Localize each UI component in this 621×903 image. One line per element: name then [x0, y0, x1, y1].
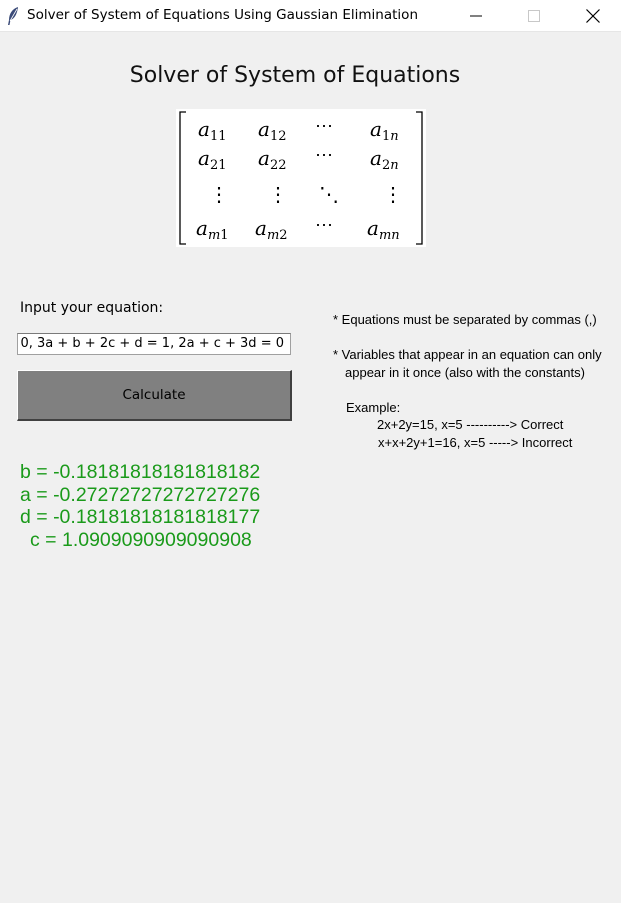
close-button[interactable] [570, 0, 616, 31]
matrix-cell: am2 [255, 216, 288, 243]
example-incorrect: x+x+2y+1=16, x=5 -----> Incorrect [378, 435, 573, 450]
result-line: b = -0.18181818181818182 [20, 461, 261, 483]
title-bar: Solver of System of Equations Using Gaus… [0, 0, 621, 32]
matrix-cell: ⋯ [315, 116, 333, 137]
results-list: b = -0.18181818181818182 a = -0.27272727… [0, 461, 290, 552]
matrix-cell: ⋮ [209, 182, 229, 206]
matrix-cell: a22 [258, 146, 286, 173]
minimize-button[interactable] [453, 0, 499, 31]
matrix-cell: a1n [370, 117, 399, 144]
equation-label: Input your equation: [20, 300, 164, 316]
window-title: Solver of System of Equations Using Gaus… [27, 7, 418, 23]
example-correct: 2x+2y=15, x=5 ----------> Correct [377, 417, 564, 432]
note-rule-variables: * Variables that appear in an equation c… [333, 347, 602, 362]
maximize-button[interactable] [511, 0, 557, 31]
matrix-cell: ⋱ [319, 182, 339, 206]
maximize-icon [528, 9, 540, 22]
note-rule-variables-cont: appear in it once (also with the constan… [345, 365, 585, 380]
matrix-cell: ⋮ [383, 182, 403, 206]
minimize-icon [470, 15, 482, 16]
matrix-cell: ⋯ [315, 145, 333, 166]
matrix-cell: a21 [198, 146, 226, 173]
equation-input[interactable]: = 0, 3a + b + 2c + d = 1, 2a + c + 3d = … [17, 333, 291, 355]
feather-icon [6, 6, 20, 26]
result-line: c = 1.0909090909090908 [30, 529, 252, 552]
matrix-cell: a2n [370, 146, 399, 173]
matrix-cell: ⋯ [315, 215, 333, 236]
matrix-cell: a12 [258, 117, 286, 144]
matrix-cell: ⋮ [268, 182, 288, 206]
result-line: d = -0.18181818181818177 [20, 506, 261, 529]
calculate-button[interactable]: Calculate [17, 370, 292, 421]
matrix-cell: a11 [198, 117, 226, 144]
matrix-image: a11 a12 ⋯ a1n a21 a22 ⋯ a2n ⋮ ⋮ ⋱ ⋮ am1 … [176, 109, 426, 247]
result-line: a = -0.27272727272727276 [20, 483, 261, 506]
page-title: Solver of System of Equations [129, 63, 461, 88]
close-icon [586, 8, 600, 23]
note-rule-commas: * Equations must be separated by commas … [333, 312, 597, 327]
matrix-cell: amn [367, 216, 400, 243]
example-label: Example: [346, 400, 401, 415]
equation-input-value: = 0, 3a + b + 2c + d = 1, 2a + c + 3d = … [17, 336, 284, 351]
matrix-cell: am1 [196, 216, 229, 243]
